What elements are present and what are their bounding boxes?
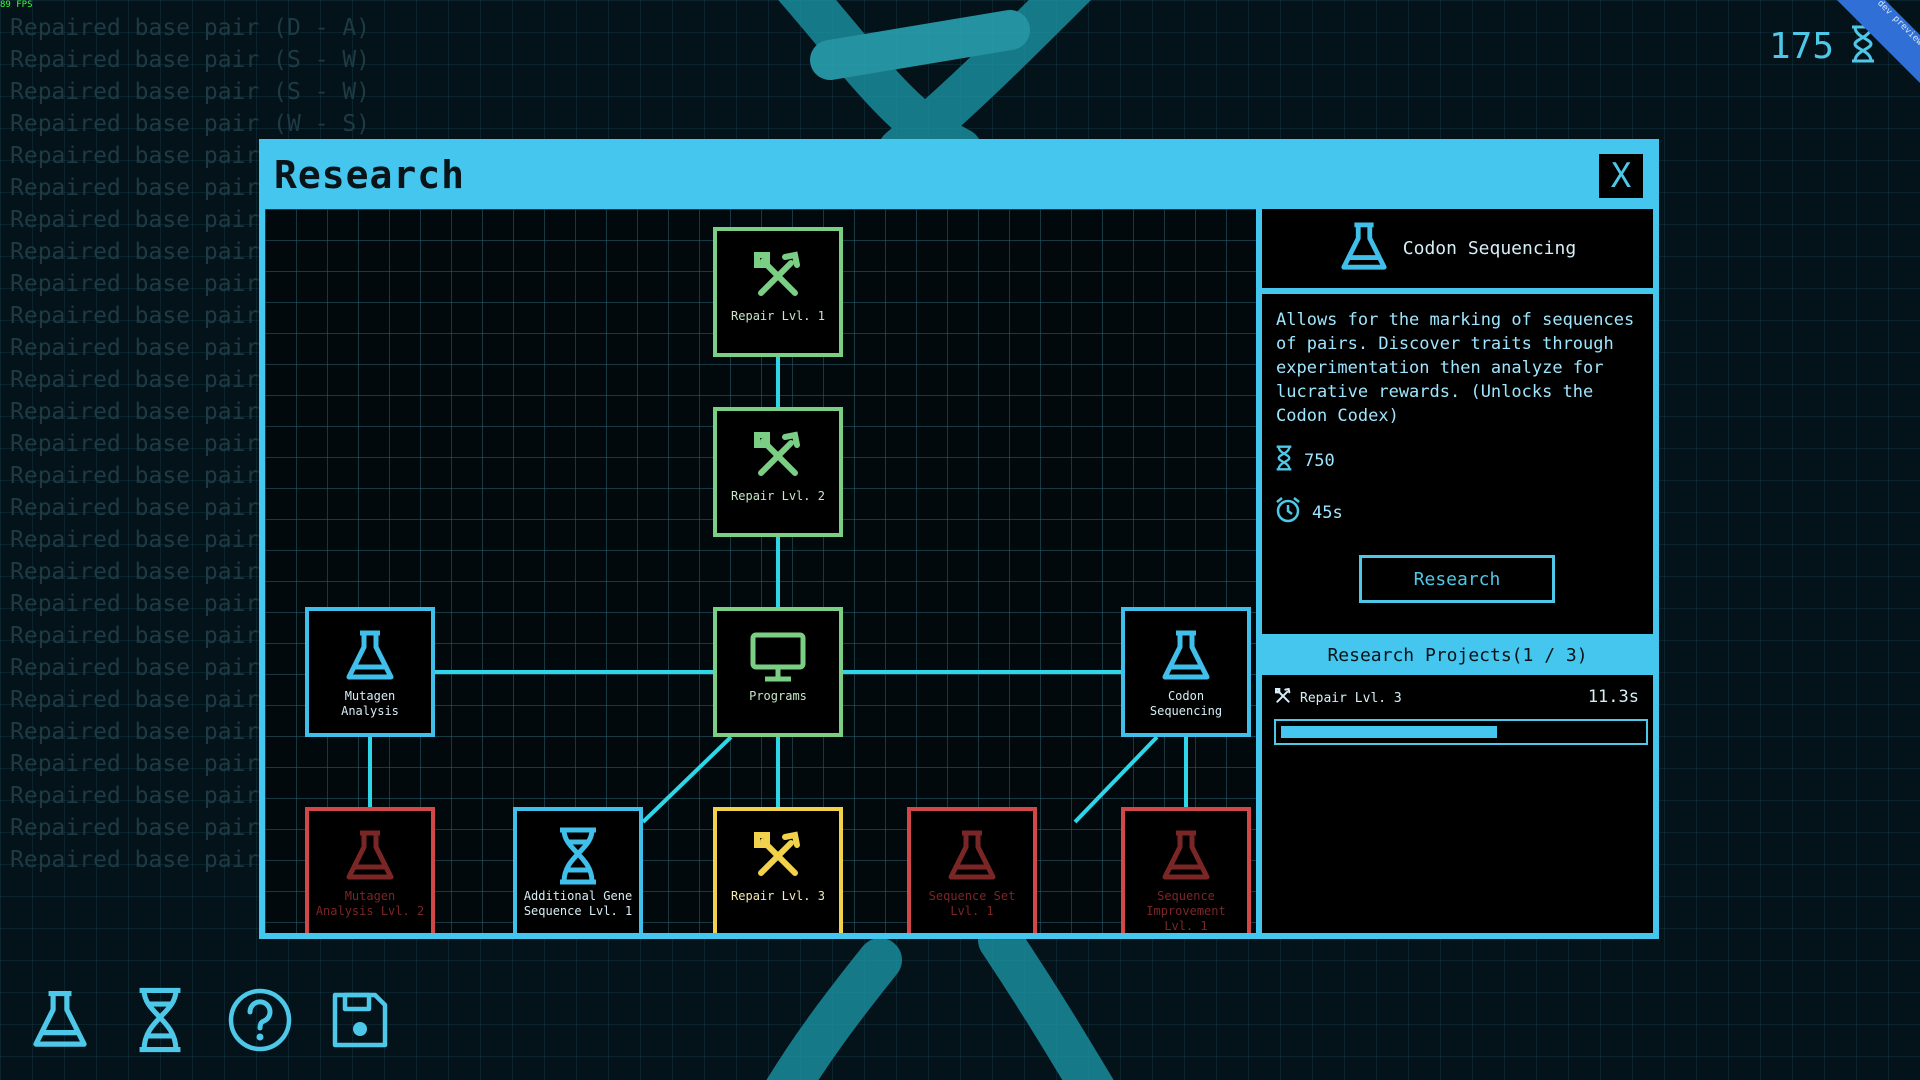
- research-dock-button[interactable]: [28, 990, 92, 1054]
- node-repair-lvl-1[interactable]: Repair Lvl. 1: [713, 227, 843, 357]
- log-line: Repaired base pair (S - W): [10, 79, 371, 105]
- project-progress-fill: [1281, 726, 1497, 738]
- research-button[interactable]: Research: [1359, 555, 1555, 603]
- save-dock-button[interactable]: [328, 990, 392, 1054]
- log-line: Repaired base pair (W - S): [10, 111, 371, 137]
- research-title: Research: [274, 153, 466, 197]
- detail-body: Allows for the marking of sequences of p…: [1262, 294, 1653, 634]
- node-codon-sequencing[interactable]: Codon Sequencing: [1121, 607, 1251, 737]
- node-repair-lvl-3[interactable]: Repair Lvl. 3: [713, 807, 843, 933]
- detail-description: Allows for the marking of sequences of p…: [1276, 310, 1635, 426]
- log-line: Repaired base pair (S - W): [10, 47, 371, 73]
- node-label: Codon Sequencing: [1149, 689, 1223, 718]
- bottom-dock: [28, 987, 392, 1057]
- log-line: Repaired base pair (D - A): [10, 15, 371, 41]
- dna-dock-button[interactable]: [128, 987, 192, 1054]
- flask-icon: [344, 829, 396, 883]
- node-sequence-improvement[interactable]: Sequence Improvement Lvl. 1: [1121, 807, 1251, 933]
- node-label: Mutagen Analysis: [341, 689, 399, 718]
- flask-icon: [946, 829, 998, 883]
- dev-preview-ribbon: dev preview: [1830, 0, 1920, 90]
- research-tree: Repair Lvl. 1 Repair Lvl. 2 Programs Mut…: [265, 209, 1256, 933]
- node-additional-gene-sequence[interactable]: Additional Gene Sequence Lvl. 1: [513, 807, 643, 933]
- flask-icon: [1160, 629, 1212, 683]
- node-sequence-set[interactable]: Sequence Set Lvl. 1: [907, 807, 1037, 933]
- node-mutagen-analysis[interactable]: Mutagen Analysis: [305, 607, 435, 737]
- tools-icon: [1274, 687, 1292, 709]
- currency-value: 175: [1768, 25, 1834, 67]
- hourglass-icon: [1274, 444, 1294, 477]
- help-dock-button[interactable]: [227, 987, 293, 1057]
- node-label: Repair Lvl. 3: [731, 889, 825, 903]
- node-mutagen-analysis-lvl-2[interactable]: Mutagen Analysis Lvl. 2: [305, 807, 435, 933]
- node-label: Repair Lvl. 1: [731, 309, 825, 323]
- time-row: 45s: [1274, 496, 1343, 529]
- research-detail-panel: Codon Sequencing Allows for the marking …: [1262, 209, 1653, 933]
- research-window: Research X Repair Lvl. 1 Repair Lvl. 2 P…: [259, 139, 1659, 939]
- node-label: Programs: [749, 689, 807, 703]
- help-icon: [227, 987, 293, 1057]
- flask-icon: [1160, 829, 1212, 883]
- node-label: Additional Gene Sequence Lvl. 1: [523, 889, 633, 918]
- research-projects-list: Repair Lvl. 3 11.3s: [1262, 675, 1653, 933]
- cost-value: 750: [1304, 450, 1335, 471]
- time-value: 45s: [1312, 502, 1343, 523]
- node-repair-lvl-2[interactable]: Repair Lvl. 2: [713, 407, 843, 537]
- flask-icon: [1339, 221, 1389, 277]
- node-programs[interactable]: Programs: [713, 607, 843, 737]
- monitor-icon: [749, 629, 807, 683]
- tools-icon: [751, 429, 805, 483]
- detail-title: Codon Sequencing: [1402, 238, 1577, 259]
- node-label: Sequence Improvement Lvl. 1: [1146, 889, 1226, 933]
- flask-icon: [344, 629, 396, 683]
- project-name: Repair Lvl. 3: [1300, 690, 1402, 706]
- research-projects-header: Research Projects(1 / 3): [1262, 637, 1653, 673]
- project-time: 11.3s: [1587, 687, 1639, 707]
- detail-header: Codon Sequencing: [1262, 209, 1653, 288]
- save-icon: [329, 989, 391, 1055]
- close-button[interactable]: X: [1599, 154, 1643, 198]
- fps-counter: 89 FPS: [0, 0, 33, 10]
- project-row: Repair Lvl. 3: [1274, 687, 1641, 709]
- dna-icon: [135, 983, 185, 1061]
- project-progress-bar: [1274, 719, 1648, 745]
- dna-icon: [556, 827, 600, 885]
- node-label: Repair Lvl. 2: [731, 489, 825, 503]
- cost-row: 750: [1274, 444, 1335, 477]
- alarm-clock-icon: [1274, 496, 1302, 529]
- tools-icon: [751, 249, 805, 303]
- tools-icon: [751, 829, 805, 883]
- node-label: Sequence Set Lvl. 1: [928, 889, 1016, 918]
- node-label: Mutagen Analysis Lvl. 2: [315, 889, 425, 918]
- flask-icon: [30, 989, 90, 1055]
